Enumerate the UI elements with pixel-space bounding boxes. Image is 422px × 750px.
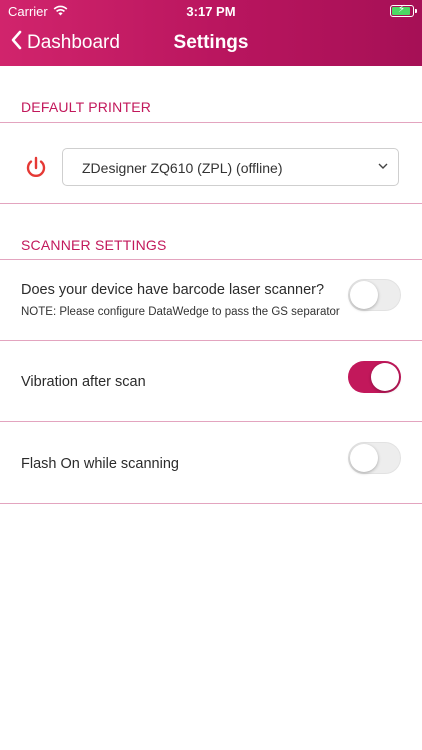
status-bar: Carrier 3:17 PM ⚡ <box>0 0 422 22</box>
status-time: 3:17 PM <box>186 4 236 19</box>
divider <box>0 340 422 341</box>
app-header: Carrier 3:17 PM ⚡ Dashboard Settings <box>0 0 422 66</box>
divider <box>0 203 422 204</box>
vibration-label: Vibration after scan <box>21 374 146 390</box>
printer-selected-value: ZDesigner ZQ610 (ZPL) (offline) <box>82 160 283 176</box>
battery-charging-icon: ⚡ <box>390 4 417 17</box>
divider <box>0 421 422 422</box>
flash-label: Flash On while scanning <box>21 456 179 472</box>
printer-select[interactable]: ZDesigner ZQ610 (ZPL) (offline) <box>62 148 399 186</box>
power-icon <box>24 156 48 185</box>
laser-scanner-toggle[interactable] <box>348 279 401 311</box>
default-printer-heading: DEFAULT PRINTER <box>21 99 152 115</box>
page-title: Settings <box>173 32 249 53</box>
divider <box>0 122 422 123</box>
laser-scanner-note: NOTE: Please configure DataWedge to pass… <box>21 306 340 318</box>
divider <box>0 503 422 504</box>
laser-scanner-label: Does your device have barcode laser scan… <box>21 282 325 298</box>
navigation-bar: Dashboard Settings <box>0 24 422 64</box>
flash-toggle[interactable] <box>348 442 401 474</box>
vibration-toggle[interactable] <box>348 361 401 393</box>
scanner-settings-heading: SCANNER SETTINGS <box>21 237 167 253</box>
divider <box>0 259 422 260</box>
chevron-down-icon <box>376 159 390 178</box>
